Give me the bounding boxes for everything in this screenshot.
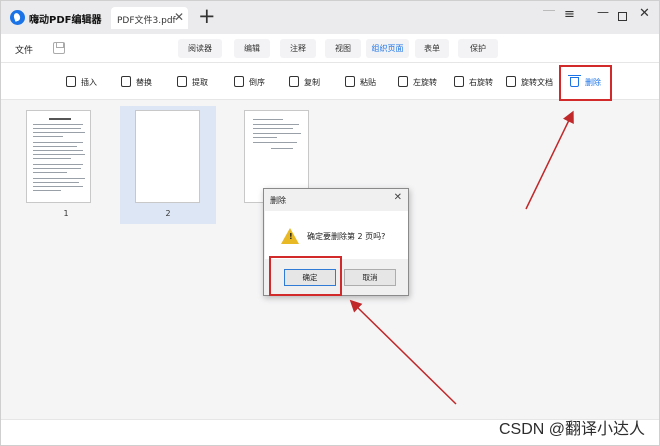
menu-bar: 文件 阅读器 编辑 注释 视图 组织页面 表单 保护: [1, 34, 659, 63]
minimize-icon[interactable]: —: [597, 5, 609, 19]
tab-organize-pages[interactable]: 组织页面: [366, 39, 409, 58]
page-number: 2: [165, 209, 171, 218]
paste-label: 粘贴: [360, 78, 376, 87]
maximize-icon[interactable]: [618, 12, 627, 21]
tab-annotate[interactable]: 注释: [280, 39, 316, 58]
arrow-to-delete: [525, 110, 574, 210]
app-title: 嗨动PDF编辑器: [29, 15, 102, 26]
rotate-left-icon: [398, 76, 408, 87]
copy-label: 复制: [304, 78, 320, 87]
page-number: 1: [63, 209, 69, 218]
reverse-order-label: 倒序: [249, 78, 265, 87]
new-tab-icon[interactable]: +: [198, 4, 216, 28]
document-tab-label: PDF文件3.pdf: [117, 16, 176, 26]
replace-label: 替换: [136, 78, 152, 87]
tab-protect[interactable]: 保护: [458, 39, 498, 58]
document-tab[interactable]: PDF文件3.pdf ✕: [111, 7, 188, 29]
warning-mark: !: [289, 232, 293, 241]
app-window: 嗨动PDF编辑器 PDF文件3.pdf ✕ + ≡ — ✕ 文件 阅读器 编辑 …: [0, 0, 660, 446]
arrow-to-confirm: [349, 299, 457, 405]
file-menu[interactable]: 文件: [15, 43, 33, 56]
dialog-message: 确定要删除第 2 页吗?: [307, 232, 386, 241]
menu-icon[interactable]: ≡: [564, 7, 575, 22]
rotate-document-icon: [506, 76, 516, 87]
extract-page-icon: [177, 76, 187, 87]
close-window-icon[interactable]: ✕: [639, 6, 650, 21]
cancel-button[interactable]: 取消: [344, 269, 396, 286]
dialog-title: 删除: [270, 196, 286, 205]
tab-forms[interactable]: 表单: [415, 39, 449, 58]
skin-icon[interactable]: [543, 10, 555, 19]
page-preview: [26, 110, 91, 203]
rotate-right-icon: [454, 76, 464, 87]
insert-label: 插入: [81, 78, 97, 87]
confirm-highlight-box: [269, 256, 342, 296]
copy-page-icon: [289, 76, 299, 87]
watermark: CSDN @翻译小达人: [498, 421, 645, 438]
app-logo-icon: [10, 10, 25, 25]
insert-page-icon: [66, 76, 76, 87]
replace-page-icon: [121, 76, 131, 87]
close-tab-icon[interactable]: ✕: [174, 10, 184, 24]
extract-label: 提取: [192, 78, 208, 87]
rotate-document-label: 旋转文档: [521, 78, 553, 87]
title-bar: 嗨动PDF编辑器 PDF文件3.pdf ✕ + ≡ — ✕: [1, 1, 659, 34]
save-icon[interactable]: [53, 42, 65, 54]
dialog-close-icon[interactable]: ✕: [394, 192, 402, 203]
tab-reader[interactable]: 阅读器: [178, 39, 222, 58]
rotate-left-label: 左旋转: [413, 78, 437, 87]
paste-page-icon: [345, 76, 355, 87]
page-preview: [135, 110, 200, 203]
page-thumbnail[interactable]: 1: [18, 106, 114, 224]
tab-view[interactable]: 视图: [325, 39, 361, 58]
dialog-body: ! 确定要删除第 2 页吗?: [265, 211, 408, 259]
reverse-order-icon: [234, 76, 244, 87]
delete-highlight-box: [559, 65, 612, 101]
tab-edit[interactable]: 编辑: [234, 39, 270, 58]
rotate-right-label: 右旋转: [469, 78, 493, 87]
page-thumbnail-selected[interactable]: 2: [120, 106, 216, 224]
